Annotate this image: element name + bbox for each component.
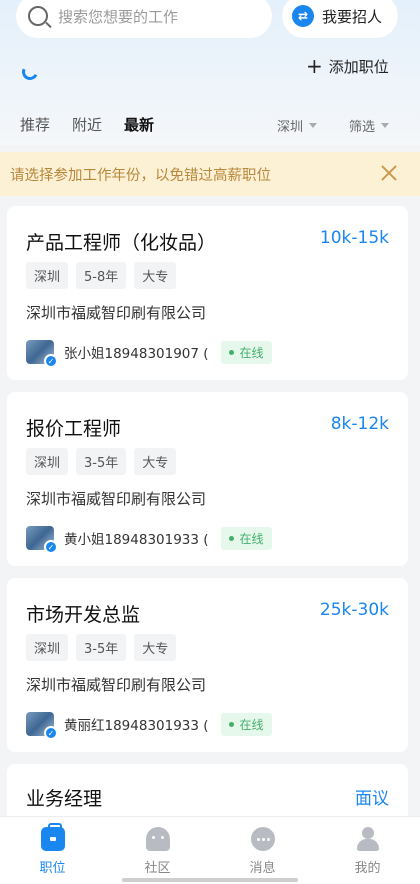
company-name: 深圳市福威智印刷有限公司 (26, 304, 207, 322)
recruit-button[interactable]: ⇄ 我要招人 (282, 0, 398, 38)
chevron-down-icon (381, 123, 390, 128)
company-name: 深圳市福威智印刷有限公司 (26, 490, 207, 508)
job-title: 业务经理 (26, 788, 103, 810)
recruiter-name: 黄小姐18948301933 ( (64, 532, 209, 548)
avatar: ✓ (26, 712, 58, 740)
online-dot-icon (228, 535, 234, 541)
online-label: 在线 (239, 717, 264, 732)
recruiter-info: ✓ 黄小姐18948301933 ( 在线 (26, 526, 272, 554)
job-salary: 25k-30k (319, 600, 389, 620)
filter-tabs: 推荐 附近 最新 (20, 114, 154, 135)
job-title: 市场开发总监 (26, 604, 141, 626)
city-label: 深圳 (277, 120, 304, 135)
tag-education: 大专 (134, 634, 177, 661)
recruit-label: 我要招人 (322, 7, 383, 26)
tab-latest[interactable]: 最新 (124, 114, 154, 135)
bottom-nav: 职位 社区 消息 我的 (0, 816, 420, 884)
online-dot-icon (228, 349, 234, 355)
filter-label: 筛选 (349, 120, 376, 135)
job-card[interactable]: 市场开发总监 25k-30k 深圳 3-5年 大专 深圳市福威智印刷有限公司 ✓… (7, 578, 408, 752)
nav-item-jobs[interactable]: 职位 (0, 817, 105, 884)
search-input[interactable]: 搜索您想要的工作 (16, 0, 272, 38)
notice-banner[interactable]: 请选择参加工作年份，以免错过高薪职位 (0, 152, 420, 196)
tag-city: 深圳 (26, 448, 69, 475)
online-label: 在线 (239, 345, 264, 360)
notice-text: 请选择参加工作年份，以免错过高薪职位 (10, 167, 271, 184)
job-salary: 10k-15k (319, 228, 389, 248)
avatar: ✓ (26, 340, 58, 368)
online-badge: 在线 (220, 340, 272, 364)
nav-item-me[interactable]: 我的 (315, 817, 420, 884)
recruiter-name: 张小姐18948301907 ( (64, 346, 209, 362)
job-salary: 8k-12k (330, 414, 389, 434)
city-dropdown[interactable]: 深圳 (277, 116, 318, 135)
tag-experience: 3-5年 (76, 448, 127, 475)
online-label: 在线 (239, 531, 264, 546)
nav-label: 消息 (249, 861, 276, 876)
job-card[interactable]: 业务经理 面议 (7, 764, 408, 824)
tag-city: 深圳 (26, 634, 69, 661)
job-tags: 深圳 5-8年 大专 (26, 262, 177, 289)
online-badge: 在线 (220, 526, 272, 550)
verified-icon: ✓ (44, 354, 58, 368)
briefcase-icon (40, 823, 65, 851)
swap-icon: ⇄ (292, 5, 314, 27)
recruiter-name: 黄丽红18948301933 ( (64, 718, 209, 734)
plus-icon: + (306, 54, 323, 78)
tag-experience: 5-8年 (76, 262, 127, 289)
job-title: 产品工程师（化妆品） (26, 232, 217, 254)
tag-education: 大专 (134, 262, 177, 289)
tag-education: 大专 (134, 448, 177, 475)
job-card[interactable]: 报价工程师 8k-12k 深圳 3-5年 大专 深圳市福威智印刷有限公司 ✓ 黄… (7, 392, 408, 566)
online-badge: 在线 (220, 712, 272, 736)
close-icon[interactable] (378, 162, 400, 184)
user-icon (356, 827, 380, 851)
recruiter-info: ✓ 张小姐18948301907 ( 在线 (26, 340, 272, 368)
tag-city: 深圳 (26, 262, 69, 289)
nav-label: 职位 (39, 861, 66, 876)
tag-experience: 3-5年 (76, 634, 127, 661)
avatar: ✓ (26, 526, 58, 554)
job-tags: 深圳 3-5年 大专 (26, 634, 177, 661)
add-job-button[interactable]: + 添加职位 (306, 54, 389, 78)
chevron-down-icon (309, 123, 318, 128)
nav-item-community[interactable]: 社区 (105, 817, 210, 884)
tab-recommend[interactable]: 推荐 (20, 114, 50, 135)
nav-item-messages[interactable]: 消息 (210, 817, 315, 884)
recruiter-info: ✓ 黄丽红18948301933 ( 在线 (26, 712, 272, 740)
search-icon (28, 6, 48, 26)
add-job-label: 添加职位 (328, 57, 389, 76)
nav-label: 社区 (144, 861, 171, 876)
home-indicator (122, 878, 298, 882)
tab-nearby[interactable]: 附近 (72, 114, 102, 135)
message-icon (250, 827, 275, 851)
community-icon (145, 827, 170, 851)
company-name: 深圳市福威智印刷有限公司 (26, 676, 207, 694)
job-tags: 深圳 3-5年 大专 (26, 448, 177, 475)
job-salary: 面议 (355, 789, 389, 809)
verified-icon: ✓ (44, 540, 58, 554)
nav-label: 我的 (354, 861, 381, 876)
search-placeholder: 搜索您想要的工作 (58, 7, 179, 26)
online-dot-icon (228, 721, 234, 727)
verified-icon: ✓ (44, 726, 58, 740)
job-card[interactable]: 产品工程师（化妆品） 10k-15k 深圳 5-8年 大专 深圳市福威智印刷有限… (7, 206, 408, 380)
job-title: 报价工程师 (26, 418, 122, 440)
filter-dropdown[interactable]: 筛选 (349, 116, 390, 135)
